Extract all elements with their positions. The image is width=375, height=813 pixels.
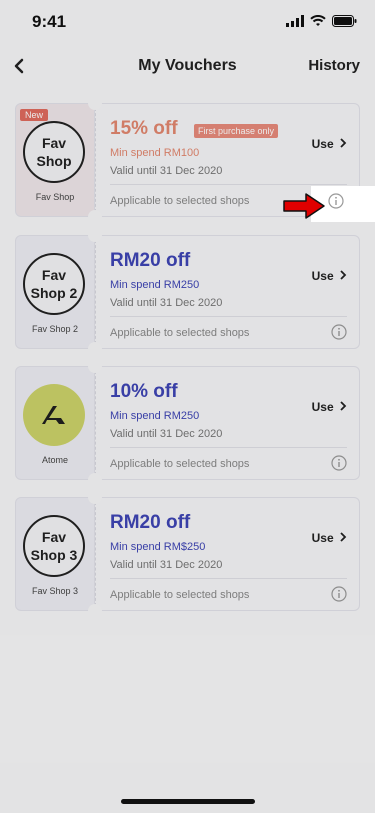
use-button[interactable]: Use — [312, 137, 347, 151]
voucher-card[interactable]: Fav Shop 2 Fav Shop 2 RM20 off Min spend… — [15, 228, 360, 356]
home-indicator — [121, 799, 255, 804]
info-icon[interactable] — [331, 586, 347, 602]
info-icon[interactable] — [328, 193, 344, 209]
voucher-amount: 15% off — [110, 118, 178, 139]
chevron-right-icon — [340, 401, 347, 411]
status-bar: 9:41 — [0, 0, 375, 44]
battery-icon — [332, 15, 357, 27]
valid-until: Valid until 31 Dec 2020 — [110, 297, 223, 309]
shop-logo: Fav Shop 2 — [23, 253, 85, 315]
card-notch — [88, 228, 102, 242]
use-button[interactable]: Use — [312, 400, 347, 414]
min-spend: Min spend RM$250 — [110, 541, 206, 553]
shop-logo: Fav Shop — [23, 121, 85, 183]
voucher-amount: RM20 off — [110, 512, 191, 533]
card-notch — [88, 210, 102, 224]
applicable-text: Applicable to selected shops — [110, 327, 250, 339]
chevron-right-icon — [340, 270, 347, 280]
voucher-stub: Fav Shop 3 Fav Shop 3 — [15, 497, 95, 611]
new-badge: New — [20, 109, 49, 121]
shop-name: Fav Shop 3 — [31, 586, 79, 596]
info-icon[interactable] — [331, 324, 347, 340]
status-time: 9:41 — [32, 12, 67, 31]
voucher-details: 10% off Min spend RM250 Valid until 31 D… — [95, 366, 360, 480]
voucher-card[interactable]: Fav Shop 3 Fav Shop 3 RM20 off Min spend… — [15, 490, 360, 618]
history-link[interactable]: History — [308, 57, 360, 74]
valid-until: Valid until 31 Dec 2020 — [110, 165, 223, 177]
red-arrow-icon — [283, 193, 325, 219]
first-purchase-tag: First purchase only — [194, 124, 279, 138]
voucher-amount: RM20 off — [110, 250, 191, 271]
use-label: Use — [311, 531, 334, 545]
voucher-stub: New Fav Shop Fav Shop — [15, 103, 95, 217]
card-notch — [88, 473, 102, 487]
divider — [110, 316, 347, 317]
shop-name: Atome — [41, 455, 68, 465]
use-button[interactable]: Use — [312, 531, 347, 545]
shop-logo: Fav Shop 3 — [23, 515, 85, 577]
divider — [110, 578, 347, 579]
applicable-text: Applicable to selected shops — [110, 458, 250, 470]
voucher-details: RM20 off Min spend RM$250 Valid until 31… — [95, 497, 360, 611]
chevron-right-icon — [340, 532, 347, 542]
applicable-text: Applicable to selected shops — [110, 589, 250, 601]
voucher-card[interactable]: Atome 10% off Min spend RM250 Valid unti… — [15, 359, 360, 487]
card-notch — [88, 490, 102, 504]
min-spend: Min spend RM100 — [110, 147, 200, 159]
use-label: Use — [311, 269, 334, 283]
card-notch — [88, 96, 102, 110]
info-icon[interactable] — [331, 455, 347, 471]
atome-logo-icon — [23, 384, 85, 446]
voucher-details: RM20 off Min spend RM250 Valid until 31 … — [95, 235, 360, 349]
use-button[interactable]: Use — [312, 269, 347, 283]
applicable-text: Applicable to selected shops — [110, 195, 250, 207]
use-label: Use — [311, 400, 334, 414]
voucher-stub: Atome — [15, 366, 95, 480]
use-label: Use — [311, 137, 334, 151]
divider — [110, 447, 347, 448]
nav-bar: My Vouchers History — [0, 48, 375, 84]
card-notch — [88, 342, 102, 356]
min-spend: Min spend RM250 — [110, 279, 200, 291]
card-notch — [88, 604, 102, 618]
voucher-amount: 10% off — [110, 381, 178, 402]
valid-until: Valid until 31 Dec 2020 — [110, 559, 223, 571]
min-spend: Min spend RM250 — [110, 410, 200, 422]
chevron-right-icon — [340, 138, 347, 148]
divider — [110, 184, 347, 185]
shop-name: Fav Shop 2 — [31, 324, 79, 334]
card-notch — [88, 359, 102, 373]
shop-name: Fav Shop — [35, 192, 75, 202]
voucher-stub: Fav Shop 2 Fav Shop 2 — [15, 235, 95, 349]
status-icons — [286, 15, 357, 27]
valid-until: Valid until 31 Dec 2020 — [110, 428, 223, 440]
wifi-icon — [310, 15, 326, 26]
cellular-signal-icon — [286, 15, 304, 27]
